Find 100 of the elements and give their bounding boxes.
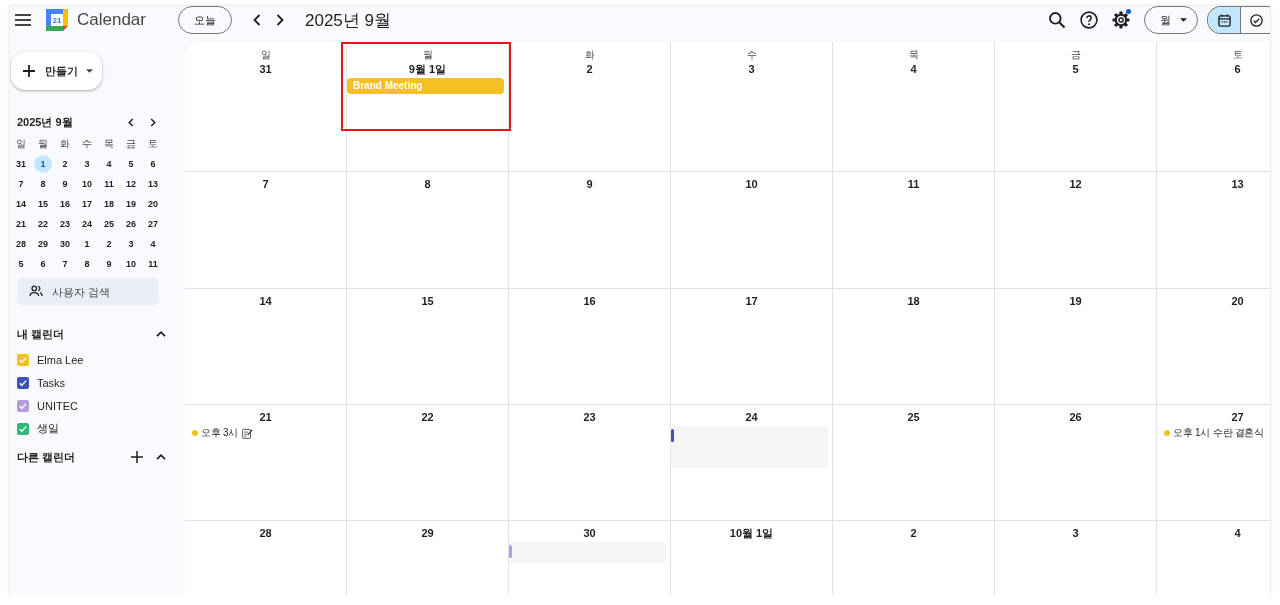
mini-calendar-day[interactable]: 6 [144, 155, 162, 173]
date-label[interactable]: 5 [1072, 62, 1079, 76]
chevron-up-icon[interactable] [156, 454, 166, 460]
date-label[interactable]: 14 [259, 294, 272, 308]
calendar-view-button[interactable] [1208, 7, 1240, 33]
date-label[interactable]: 4 [1234, 526, 1241, 540]
date-label[interactable]: 10 [745, 177, 758, 191]
mini-calendar-day[interactable]: 9 [56, 175, 74, 193]
chevron-left-icon[interactable] [128, 117, 134, 127]
date-label[interactable]: 19 [1069, 294, 1082, 308]
date-label[interactable]: 17 [745, 294, 758, 308]
event-time[interactable]: 오후 3시 [201, 426, 238, 440]
mini-calendar-day[interactable]: 5 [122, 155, 140, 173]
mini-calendar-day[interactable]: 18 [100, 195, 118, 213]
date-label[interactable]: 9 [586, 177, 593, 191]
mini-calendar-day[interactable]: 8 [34, 175, 52, 193]
mini-calendar-day[interactable]: 4 [100, 155, 118, 173]
mini-calendar-day[interactable]: 11 [144, 255, 162, 273]
date-label[interactable]: 16 [583, 294, 596, 308]
date-label[interactable]: 10월 1일 [729, 526, 774, 540]
help-icon[interactable] [1080, 11, 1098, 29]
mini-calendar-day[interactable]: 15 [34, 195, 52, 213]
mini-calendar-day[interactable]: 14 [12, 195, 30, 213]
mini-calendar-day[interactable]: 17 [78, 195, 96, 213]
date-label[interactable]: 29 [421, 526, 434, 540]
mini-calendar-day[interactable]: 30 [56, 235, 74, 253]
mini-calendar-day[interactable]: 26 [122, 215, 140, 233]
mini-calendar-day[interactable]: 31 [12, 155, 30, 173]
mini-calendar-day[interactable]: 22 [34, 215, 52, 233]
date-label[interactable]: 27 [1231, 410, 1244, 424]
mini-calendar-day[interactable]: 25 [100, 215, 118, 233]
mini-calendar-day[interactable]: 27 [144, 215, 162, 233]
date-label[interactable]: 4 [910, 62, 917, 76]
mini-calendar-day[interactable]: 7 [12, 175, 30, 193]
mini-calendar-day[interactable]: 4 [144, 235, 162, 253]
date-label[interactable]: 22 [421, 410, 434, 424]
mini-calendar-day[interactable]: 3 [78, 155, 96, 173]
create-button[interactable]: 만들기 [11, 52, 102, 90]
mini-calendar-day[interactable]: 9 [100, 255, 118, 273]
section-title: 내 캘린더 [17, 326, 66, 342]
settings-icon[interactable] [1112, 11, 1130, 29]
date-label[interactable]: 9월 1일 [408, 62, 447, 76]
mini-calendar-day[interactable]: 24 [78, 215, 96, 233]
date-label[interactable]: 8 [424, 177, 431, 191]
chevron-up-icon[interactable] [156, 331, 166, 337]
date-label[interactable]: 20 [1231, 294, 1244, 308]
date-label[interactable]: 3 [748, 62, 755, 76]
date-label[interactable]: 15 [421, 294, 434, 308]
date-label[interactable]: 25 [907, 410, 920, 424]
date-label[interactable]: 24 [745, 410, 758, 424]
search-icon[interactable] [1048, 11, 1066, 29]
date-label[interactable]: 11 [907, 177, 920, 191]
date-label[interactable]: 23 [583, 410, 596, 424]
date-label[interactable]: 30 [583, 526, 596, 540]
chevron-left-icon[interactable] [253, 14, 261, 26]
mini-calendar-day[interactable]: 21 [12, 215, 30, 233]
date-label[interactable]: 13 [1231, 177, 1244, 191]
menu-icon[interactable] [15, 14, 31, 26]
date-label[interactable]: 18 [907, 294, 920, 308]
event-time[interactable]: 오후 1시 [1173, 426, 1210, 440]
mini-calendar-day[interactable]: 23 [56, 215, 74, 233]
event-title[interactable]: 수란 결혼식 [1212, 426, 1264, 440]
mini-calendar-day[interactable]: 5 [12, 255, 30, 273]
date-label[interactable]: 21 [259, 410, 272, 424]
mini-calendar-day[interactable]: 19 [122, 195, 140, 213]
mini-calendar-day[interactable]: 11 [100, 175, 118, 193]
mini-calendar-day[interactable]: 3 [122, 235, 140, 253]
date-label[interactable]: 28 [259, 526, 272, 540]
mini-calendar-day[interactable]: 16 [56, 195, 74, 213]
chevron-right-icon[interactable] [276, 14, 284, 26]
calendar-checkbox[interactable] [17, 422, 29, 435]
date-label[interactable]: 3 [1072, 526, 1079, 540]
mini-calendar-day[interactable]: 6 [34, 255, 52, 273]
plus-icon[interactable] [131, 451, 143, 463]
mini-calendar-day[interactable]: 8 [78, 255, 96, 273]
mini-calendar-day[interactable]: 2 [100, 235, 118, 253]
calendar-checkbox[interactable] [17, 376, 29, 389]
caret-icon [86, 69, 93, 73]
calendar-checkbox[interactable] [17, 399, 29, 412]
mini-calendar-day[interactable]: 10 [78, 175, 96, 193]
date-label[interactable]: 31 [259, 62, 272, 76]
date-label[interactable]: 2 [910, 526, 917, 540]
mini-calendar-day[interactable]: 28 [12, 235, 30, 253]
chevron-right-icon[interactable] [150, 117, 156, 127]
mini-calendar-day[interactable]: 1 [78, 235, 96, 253]
mini-calendar-day[interactable]: 12 [122, 175, 140, 193]
date-label[interactable]: 12 [1069, 177, 1082, 191]
mini-calendar-day[interactable]: 29 [34, 235, 52, 253]
memo-icon [241, 427, 253, 439]
people-search-field[interactable]: 사용자 검색 [17, 278, 159, 305]
mini-calendar-day[interactable]: 10 [122, 255, 140, 273]
mini-calendar-day[interactable]: 2 [56, 155, 74, 173]
mini-calendar-day[interactable]: 13 [144, 175, 162, 193]
mini-calendar-day[interactable]: 20 [144, 195, 162, 213]
date-label[interactable]: 6 [1234, 62, 1241, 76]
date-label[interactable]: 2 [586, 62, 593, 76]
date-label[interactable]: 7 [262, 177, 269, 191]
mini-calendar-day[interactable]: 1 [34, 155, 52, 173]
date-label[interactable]: 26 [1069, 410, 1082, 424]
mini-calendar-day[interactable]: 7 [56, 255, 74, 273]
